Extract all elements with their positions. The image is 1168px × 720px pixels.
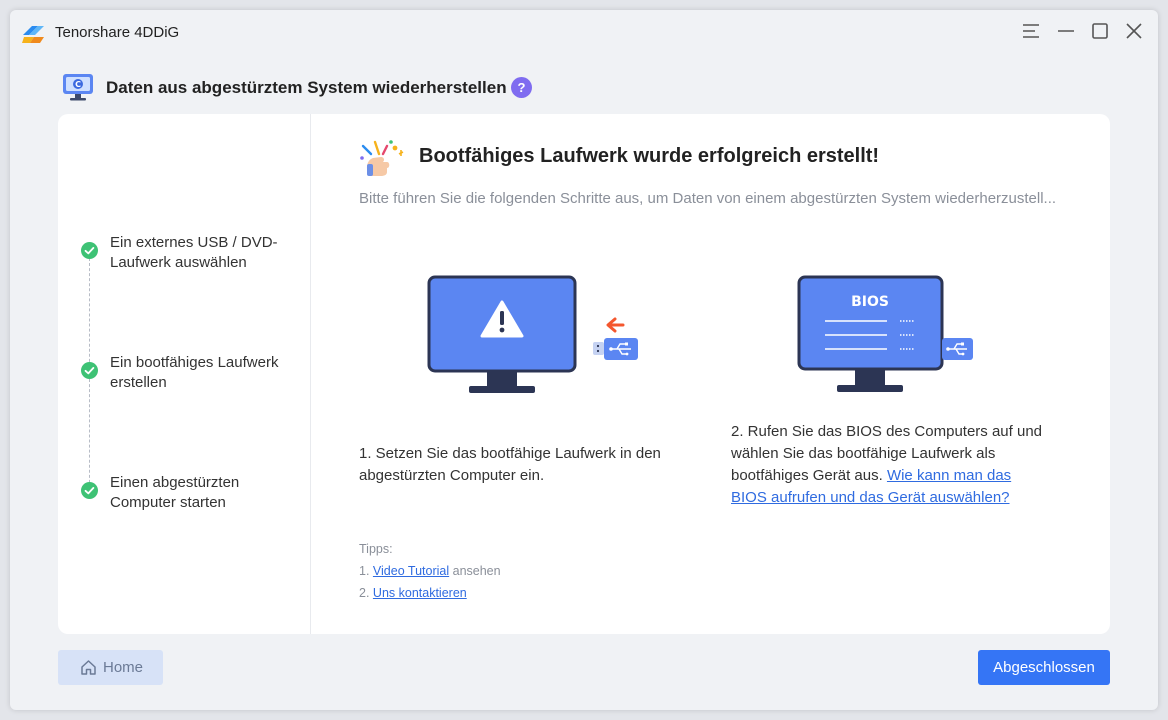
instruction-bios: 2. Rufen Sie das BIOS des Computers auf … (731, 421, 1051, 509)
page-title: Daten aus abgestürztem System wiederhers… (106, 78, 507, 97)
done-button[interactable]: Abgeschlossen (978, 650, 1110, 685)
title-bar: Tenorshare 4DDiG (10, 10, 1158, 54)
close-icon (1126, 23, 1142, 39)
minimize-button[interactable] (1055, 20, 1077, 42)
instructions-subtitle: Bitte führen Sie die folgenden Schritte … (359, 190, 1057, 207)
app-title: Tenorshare 4DDiG (55, 24, 180, 41)
content-panel: Bootfähiges Laufwerk wurde erfolgreich e… (311, 114, 1110, 634)
main-card: Ein externes USB / DVD-Laufwerk auswähle… (58, 114, 1110, 634)
tip-item-contact: 2. Uns kontaktieren (359, 582, 501, 604)
close-button[interactable] (1123, 20, 1145, 42)
home-label: Home (103, 659, 144, 676)
menu-icon (1023, 24, 1039, 38)
steps-sidebar: Ein externes USB / DVD-Laufwerk auswähle… (58, 114, 311, 634)
tip-item-video: 1. Video Tutorial ansehen (359, 560, 501, 582)
check-icon (81, 242, 98, 259)
contact-us-link[interactable]: Uns kontaktieren (373, 586, 467, 600)
bios-label: BIOS (851, 294, 889, 310)
system-recovery-icon: C (63, 74, 93, 101)
step-label: Einen abgestürzten Computer starten (110, 474, 240, 511)
minimize-icon (1058, 30, 1074, 32)
step-label: Ein bootfähiges Laufwerk erstellen (110, 354, 279, 391)
app-window: Tenorshare 4DDiG C Daten aus abgestürzte… (10, 10, 1158, 710)
video-tutorial-link[interactable]: Video Tutorial (373, 564, 449, 578)
4ddig-logo-icon (22, 26, 44, 43)
insert-usb-illustration (427, 275, 638, 393)
tip-number: 2. (359, 586, 370, 600)
tips-heading: Tipps: (359, 542, 393, 556)
check-icon (81, 482, 98, 499)
maximize-button[interactable] (1089, 20, 1111, 42)
bios-illustration: BIOS (797, 275, 973, 392)
tip-number: 1. (359, 564, 370, 578)
maximize-icon (1092, 23, 1108, 39)
celebration-icon (360, 140, 404, 176)
help-icon[interactable]: ? (511, 77, 532, 98)
step-label: Ein externes USB / DVD-Laufwerk auswähle… (110, 234, 278, 271)
instruction-insert-drive: 1. Setzen Sie das bootfähige Laufwerk in… (359, 445, 661, 484)
menu-button[interactable] (1020, 20, 1042, 42)
tips-section: Tipps: 1. Video Tutorial ansehen 2. Uns … (359, 538, 501, 604)
svg-text:C: C (75, 80, 81, 89)
home-button[interactable]: Home (58, 650, 163, 685)
success-title: Bootfähiges Laufwerk wurde erfolgreich e… (419, 145, 880, 167)
check-icon (81, 362, 98, 379)
tip-text: ansehen (452, 564, 501, 578)
home-icon (81, 660, 96, 675)
